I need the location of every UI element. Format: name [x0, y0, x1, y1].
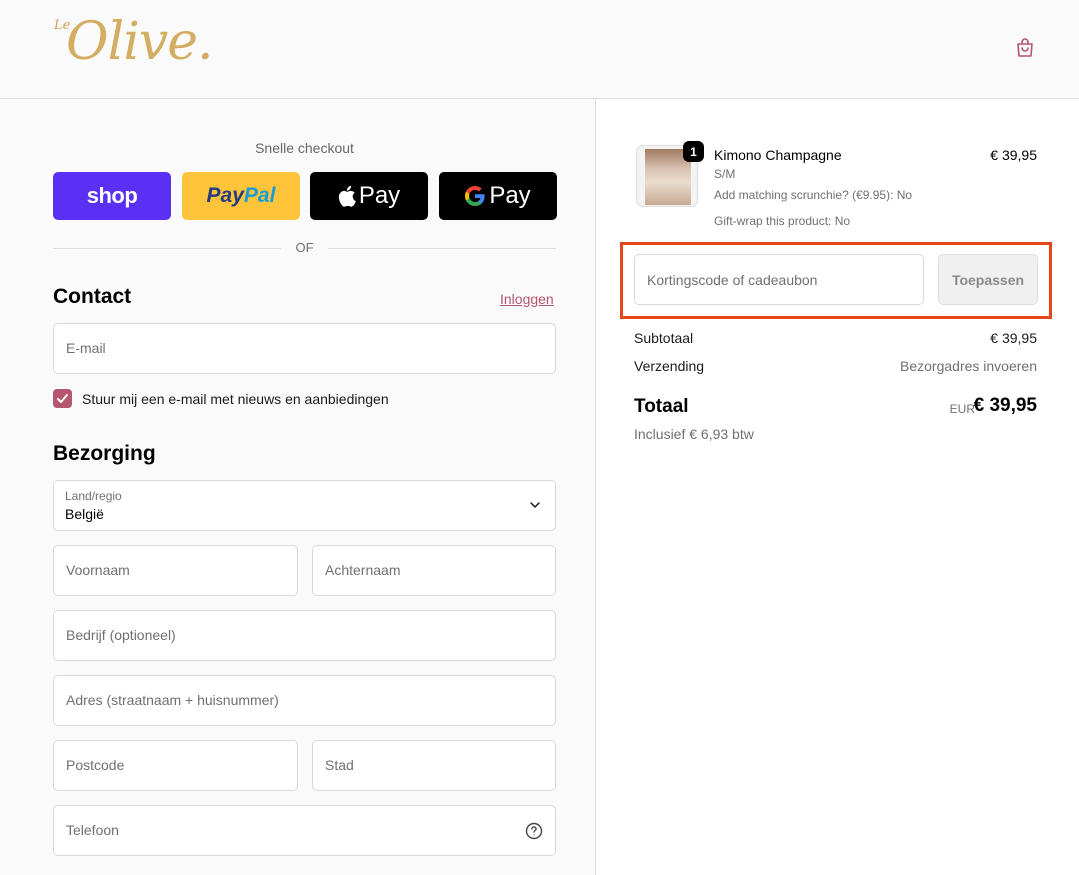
- header: Le Olive.: [0, 0, 1079, 99]
- or-divider: OF: [53, 239, 556, 257]
- subtotal-label: Subtotaal: [634, 330, 694, 346]
- product-option-giftwrap: Gift-wrap this product: No: [714, 214, 851, 228]
- shop-pay-label: shop: [86, 183, 138, 208]
- shipping-value: Bezorgadres invoeren: [900, 358, 1037, 374]
- paypal-label-pay: Pay: [206, 184, 244, 207]
- product-price: € 39,95: [990, 147, 1037, 163]
- discount-code-input[interactable]: Kortingscode of cadeaubon: [634, 254, 924, 305]
- total-label: Totaal: [634, 396, 689, 417]
- company-field[interactable]: Bedrijf (optioneel): [53, 610, 556, 661]
- last-name-field[interactable]: Achternaam: [312, 545, 556, 596]
- product-variant: S/M: [714, 167, 736, 181]
- checkout-form-panel: Snelle checkout shop Pay Pal Pay Pay OF C…: [0, 99, 594, 875]
- total-value: € 39,95: [973, 395, 1037, 416]
- postcode-field[interactable]: Postcode: [53, 740, 298, 791]
- checkmark-icon: [57, 394, 68, 403]
- phone-field[interactable]: Telefoon: [53, 805, 556, 856]
- tax-line: Inclusief € 6,93 btw: [634, 426, 754, 442]
- product-name: Kimono Champagne: [714, 147, 842, 163]
- first-name-placeholder: Voornaam: [66, 562, 130, 578]
- shop-pay-button[interactable]: shop: [53, 172, 171, 220]
- paypal-label-pal: Pal: [243, 184, 276, 207]
- quantity-badge: 1: [683, 141, 704, 162]
- shipping-label: Verzending: [634, 358, 705, 374]
- last-name-placeholder: Achternaam: [325, 562, 401, 578]
- subtotal-value: € 39,95: [990, 330, 1037, 346]
- shopping-bag-icon[interactable]: [1013, 36, 1037, 60]
- company-placeholder: Bedrijf (optioneel): [66, 627, 176, 643]
- address-placeholder: Adres (straatnaam + huisnummer): [66, 692, 279, 708]
- product-option-scrunchie: Add matching scrunchie? (€9.95): No: [714, 188, 913, 202]
- logo-wordmark: Olive.: [66, 12, 214, 72]
- store-logo[interactable]: Le Olive.: [52, 12, 214, 82]
- city-field[interactable]: Stad: [312, 740, 556, 791]
- first-name-field[interactable]: Voornaam: [53, 545, 298, 596]
- apple-icon: [338, 185, 356, 207]
- address-field[interactable]: Adres (straatnaam + huisnummer): [53, 675, 556, 726]
- order-summary-panel: 1 Kimono Champagne € 39,95 S/M Add match…: [595, 99, 1079, 875]
- newsletter-label: Stuur mij een e-mail met nieuws en aanbi…: [82, 391, 389, 407]
- city-placeholder: Stad: [325, 757, 354, 773]
- apple-pay-label: Pay: [358, 182, 401, 209]
- delivery-heading: Bezorging: [53, 442, 156, 465]
- express-checkout-title: Snelle checkout: [255, 140, 354, 156]
- google-pay-button[interactable]: Pay: [439, 172, 557, 220]
- phone-placeholder: Telefoon: [66, 822, 119, 838]
- chevron-down-icon: [530, 502, 540, 508]
- paypal-button[interactable]: Pay Pal: [182, 172, 300, 220]
- email-placeholder: E-mail: [66, 340, 106, 356]
- login-link[interactable]: Inloggen: [500, 291, 554, 307]
- divider-line-right: [328, 248, 556, 249]
- total-currency: EUR: [949, 402, 975, 416]
- country-label: Land/regio: [65, 489, 122, 503]
- help-icon[interactable]: [525, 822, 543, 840]
- postcode-placeholder: Postcode: [66, 757, 125, 773]
- google-pay-label: Pay: [489, 182, 531, 209]
- newsletter-checkbox[interactable]: [53, 389, 72, 408]
- discount-placeholder: Kortingscode of cadeaubon: [647, 272, 818, 288]
- country-select[interactable]: Land/regio België: [53, 480, 556, 531]
- apply-discount-button[interactable]: Toepassen: [938, 254, 1038, 305]
- email-field[interactable]: E-mail: [53, 323, 556, 374]
- apple-pay-button[interactable]: Pay: [310, 172, 428, 220]
- contact-heading: Contact: [53, 285, 132, 308]
- country-value: België: [65, 506, 104, 522]
- google-g-icon: [465, 186, 485, 206]
